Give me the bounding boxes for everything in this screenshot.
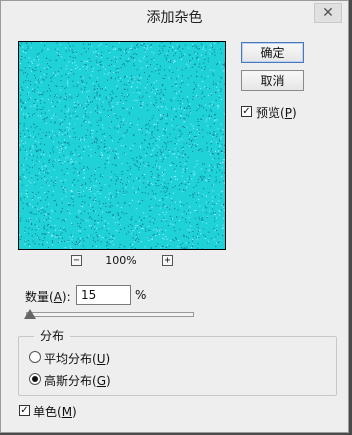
uniform-label-text: 平均分布( xyxy=(44,352,97,366)
gaussian-label-close: ) xyxy=(106,374,111,388)
close-icon: ✕ xyxy=(322,5,334,21)
checkmark-icon: ✓ xyxy=(242,105,251,117)
cancel-button[interactable]: 取消 xyxy=(241,70,304,91)
add-noise-dialog: 添加杂色 ✕ − 100% + 确定 取消 ✓ 预览(P) 数量(A): 15 … xyxy=(0,0,349,433)
gaussian-distribution-radio[interactable] xyxy=(29,373,41,385)
zoom-out-button[interactable]: − xyxy=(71,255,82,266)
monochrome-label-key: M xyxy=(61,405,73,419)
gaussian-label-text: 高斯分布( xyxy=(44,374,97,388)
amount-label-close: ): xyxy=(61,290,71,304)
uniform-label-close: ) xyxy=(105,352,111,366)
monochrome-label-close: ) xyxy=(72,405,77,419)
preview-label[interactable]: 预览(P) xyxy=(256,104,297,121)
amount-input[interactable]: 15 xyxy=(76,285,131,305)
close-button[interactable]: ✕ xyxy=(314,3,342,23)
minus-icon: − xyxy=(73,255,80,266)
distribution-group-title: 分布 xyxy=(34,327,71,344)
amount-label: 数量(A): xyxy=(25,288,71,305)
zoom-controls: − 100% + xyxy=(69,254,179,268)
amount-unit: % xyxy=(135,288,147,302)
dialog-title: 添加杂色 xyxy=(146,10,203,26)
title-bar: 添加杂色 ✕ xyxy=(1,1,348,31)
monochrome-label[interactable]: 单色(M) xyxy=(33,403,77,420)
preview-label-close: ) xyxy=(291,106,297,120)
uniform-distribution-label[interactable]: 平均分布(U) xyxy=(44,350,110,367)
monochrome-checkbox[interactable]: ✓ xyxy=(19,405,30,416)
amount-slider-track[interactable] xyxy=(26,312,194,317)
zoom-level: 100% xyxy=(105,254,137,267)
zoom-in-button[interactable]: + xyxy=(162,255,173,266)
preview-label-text: 预览( xyxy=(256,106,285,120)
amount-label-text: 数量( xyxy=(25,290,54,304)
amount-label-key: A xyxy=(53,290,62,304)
preview-label-key: P xyxy=(284,106,292,120)
noise-preview-canvas xyxy=(19,42,225,249)
ok-button[interactable]: 确定 xyxy=(241,42,304,63)
gaussian-label-key: G xyxy=(96,374,106,388)
uniform-distribution-radio[interactable] xyxy=(29,351,41,363)
checkmark-icon: ✓ xyxy=(20,404,29,416)
amount-slider-thumb[interactable] xyxy=(24,309,36,319)
gaussian-distribution-label[interactable]: 高斯分布(G) xyxy=(44,372,111,389)
plus-icon: + xyxy=(164,255,171,266)
noise-preview[interactable] xyxy=(18,41,226,250)
preview-checkbox[interactable]: ✓ xyxy=(241,106,252,117)
monochrome-label-text: 单色( xyxy=(33,405,62,419)
